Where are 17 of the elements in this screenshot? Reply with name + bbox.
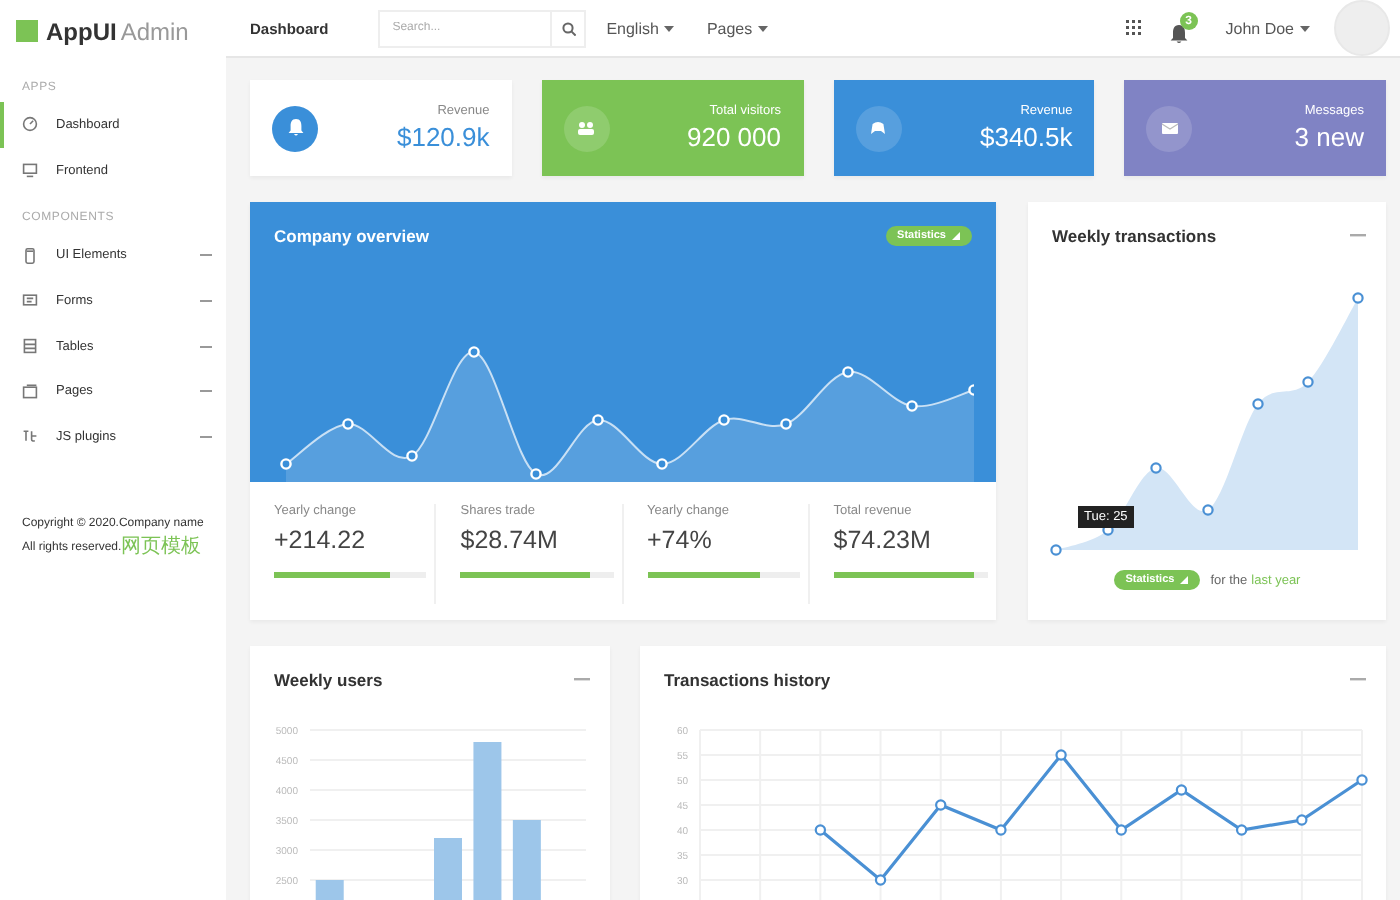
stat-value: $74.23M (833, 526, 933, 554)
stat-value: +214.22 (274, 526, 368, 554)
stat-value: $28.74M (460, 526, 560, 554)
logo-subtitle: Admin (120, 17, 189, 45)
stat-value: +74% (647, 526, 714, 554)
stat-value: 920 000 (687, 122, 781, 152)
stat-value: $340.5k (979, 122, 1073, 152)
card-title: Weekly users (274, 670, 383, 690)
stat-value: 3 new (1294, 122, 1364, 152)
logo-text: AppUI (46, 17, 117, 45)
card-title: Transactions history (664, 670, 831, 690)
dropdown-menu[interactable]: Pages (706, 19, 785, 37)
dropdown-menu[interactable]: English (606, 19, 691, 37)
user-menu[interactable]: John Doe (1225, 19, 1326, 37)
card-title: Weekly transactions (1052, 226, 1217, 246)
card-title: Company overview (274, 226, 429, 246)
stat-value: $120.9k (396, 122, 490, 152)
